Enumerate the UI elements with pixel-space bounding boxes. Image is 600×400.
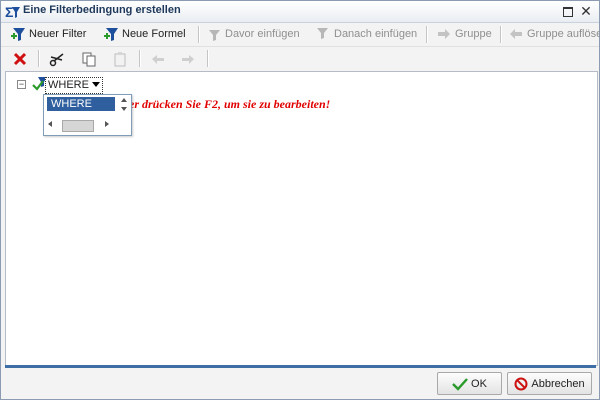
- dropdown-horizontal-scrollbar[interactable]: [46, 118, 114, 132]
- where-dropdown-list[interactable]: WHERE: [43, 94, 132, 136]
- scroll-right-icon[interactable]: [105, 121, 109, 127]
- dialog-title: Eine Filterbedingung erstellen: [23, 4, 181, 16]
- toolbar-divider: [426, 26, 428, 43]
- toolbar-divider: [38, 50, 40, 67]
- cancel-icon: [514, 377, 528, 390]
- redo-button[interactable]: [179, 50, 197, 68]
- copy-button[interactable]: [80, 50, 98, 68]
- main-toolbar: Neuer Filter Neue Formel Davor einfügen …: [1, 23, 600, 45]
- paste-icon: [114, 52, 126, 67]
- cut-button[interactable]: [48, 50, 66, 68]
- insert-before-button[interactable]: Davor einfügen: [206, 25, 300, 43]
- scroll-left-icon[interactable]: [48, 121, 52, 127]
- checkmark-icon: [452, 377, 468, 391]
- cut-icon: [49, 53, 64, 67]
- new-filter-button[interactable]: Neuer Filter: [10, 25, 86, 43]
- insert-before-label: Davor einfügen: [225, 28, 300, 40]
- scroll-down-icon[interactable]: [121, 107, 127, 111]
- filter-tree-panel[interactable]: − WHERE ken oder drücken Sie F2, um sie …: [5, 71, 598, 366]
- ok-button[interactable]: OK: [437, 372, 502, 395]
- toolbar-divider: [500, 26, 502, 43]
- ok-label: OK: [471, 377, 487, 390]
- svg-text:Σ: Σ: [5, 4, 13, 20]
- ungroup-icon: [510, 29, 522, 39]
- toolbar-divider: [207, 50, 209, 67]
- ungroup-label: Gruppe auflöse: [527, 28, 600, 40]
- toolbar-divider: [139, 50, 141, 67]
- dialog-window: Σ Eine Filterbedingung erstellen ✕ Neuer…: [0, 0, 600, 400]
- toolbar-divider: [198, 26, 200, 43]
- undo-button[interactable]: [149, 50, 167, 68]
- where-combobox[interactable]: WHERE: [45, 77, 103, 94]
- paste-button[interactable]: [111, 50, 129, 68]
- redo-icon: [182, 55, 194, 64]
- accent-divider: [5, 365, 596, 368]
- scrollbar-thumb[interactable]: [62, 120, 94, 132]
- filter-sigma-icon: Σ: [5, 4, 20, 20]
- insert-after-button[interactable]: Danach einfügen: [315, 25, 417, 43]
- dropdown-vertical-scrollbar[interactable]: [118, 96, 130, 115]
- cancel-label: Abbrechen: [531, 377, 585, 390]
- scroll-up-icon[interactable]: [121, 98, 127, 102]
- group-button[interactable]: Gruppe: [436, 25, 492, 43]
- delete-icon: [13, 52, 27, 66]
- title-bar[interactable]: Σ Eine Filterbedingung erstellen ✕: [1, 1, 599, 23]
- close-button[interactable]: ✕: [579, 3, 593, 19]
- new-formula-label: Neue Formel: [122, 28, 186, 40]
- where-combo-value: WHERE: [48, 79, 89, 91]
- maximize-icon: [563, 7, 573, 17]
- group-label: Gruppe: [455, 28, 492, 40]
- undo-icon: [152, 55, 164, 64]
- dropdown-option-where[interactable]: WHERE: [47, 97, 115, 111]
- new-filter-label: Neuer Filter: [29, 28, 87, 40]
- close-icon: ✕: [580, 3, 592, 19]
- collapse-toggle[interactable]: −: [17, 80, 26, 89]
- insert-after-icon: [317, 28, 328, 39]
- new-filter-icon: [11, 28, 25, 41]
- cancel-button[interactable]: Abbrechen: [507, 372, 592, 395]
- copy-icon: [82, 52, 96, 67]
- new-formula-button[interactable]: Neue Formel: [103, 25, 186, 43]
- insert-before-icon: [209, 30, 220, 41]
- ungroup-button[interactable]: Gruppe auflöse: [508, 25, 600, 43]
- new-formula-icon: [104, 28, 118, 41]
- group-icon: [438, 29, 450, 39]
- dialog-footer: OK Abbrechen: [1, 369, 599, 399]
- delete-button[interactable]: [11, 50, 29, 68]
- insert-after-label: Danach einfügen: [334, 28, 418, 40]
- maximize-button[interactable]: [561, 5, 575, 19]
- chevron-down-icon[interactable]: [92, 82, 100, 87]
- edit-toolbar: [1, 46, 599, 70]
